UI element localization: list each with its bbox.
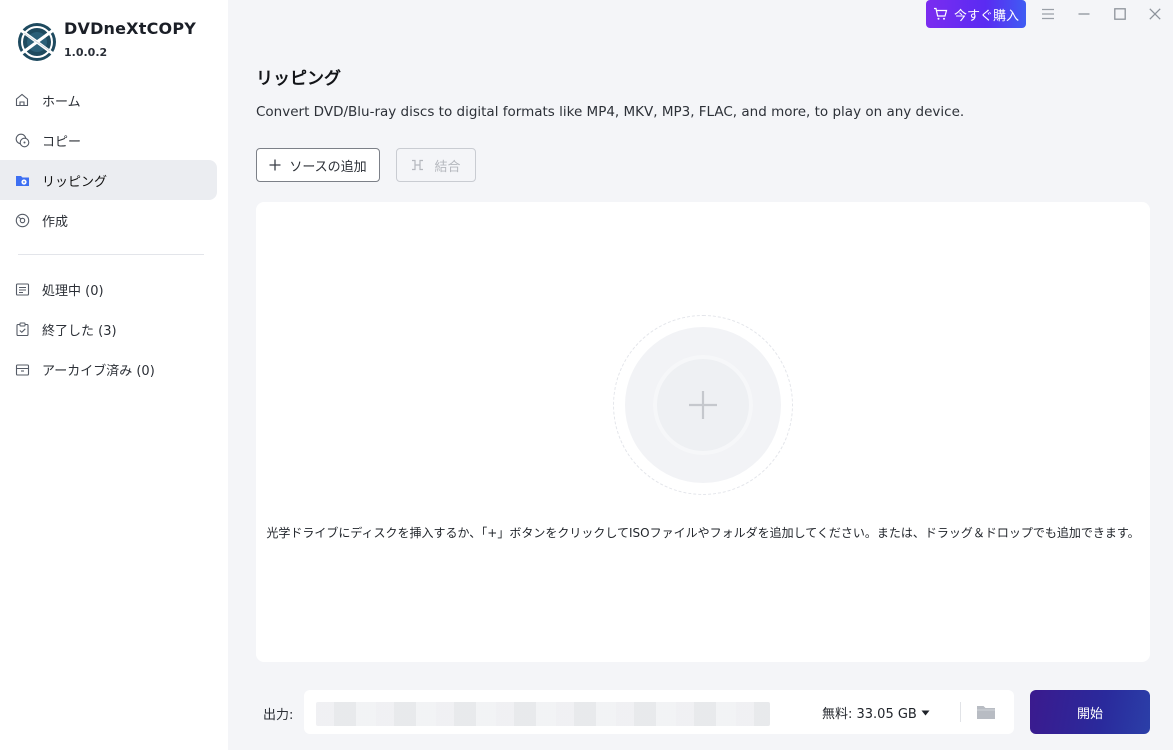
sidebar-divider (18, 254, 204, 255)
create-icon (14, 212, 30, 228)
app-logo-icon (18, 23, 56, 61)
app-name: DVDneXtCOPY (64, 19, 197, 38)
page-title: リッピング (256, 69, 341, 89)
sidebar-item-finished[interactable]: 終了した (3) (0, 309, 217, 349)
sidebar-item-label: 処理中 (0) (42, 283, 104, 299)
merge-icon (412, 159, 424, 171)
drop-hint-text: 光学ドライブにディスクを挿入するか、「+」ボタンをクリックしてISOファイルやフ… (266, 526, 1140, 540)
minimize-button[interactable] (1073, 4, 1095, 24)
title-bar (228, 0, 1173, 36)
plus-icon (269, 159, 281, 171)
sidebar-item-label: 終了した (3) (42, 323, 117, 339)
sidebar-item-label: アーカイブ済み (0) (42, 363, 155, 379)
sidebar-item-archive[interactable]: アーカイブ済み (0) (0, 349, 217, 389)
sidebar-item-create[interactable]: 作成 (0, 200, 217, 240)
output-label: 出力: (263, 708, 294, 723)
add-source-label: ソースの追加 (289, 159, 367, 175)
sidebar-nav: ホーム コピー リッピング 作成 処理中 (0) 終了した (3) アーカイブ済… (0, 80, 228, 389)
merge-label: 結合 (434, 159, 461, 175)
menu-button[interactable] (1037, 4, 1059, 24)
hamburger-menu-icon (1042, 8, 1054, 20)
archive-icon (14, 361, 30, 377)
folder-icon (977, 706, 995, 719)
buy-now-button[interactable]: 今すぐ購入 (926, 0, 1026, 28)
minimize-icon (1078, 13, 1090, 15)
plus-icon (689, 391, 717, 419)
sidebar-item-label: ホーム (42, 94, 81, 110)
brand: DVDneXtCOPY 1.0.0.2 (16, 18, 196, 63)
finished-icon (14, 321, 30, 337)
processing-icon (14, 281, 30, 297)
sidebar-item-ripping[interactable]: リッピング (0, 160, 217, 200)
close-icon (1149, 8, 1161, 20)
sidebar-item-label: リッピング (42, 174, 108, 190)
browse-folder-button[interactable] (974, 701, 998, 723)
free-space-label: 無料: 33.05 GB (822, 707, 917, 722)
maximize-icon (1114, 8, 1126, 20)
sidebar-item-copy[interactable]: コピー (0, 120, 217, 160)
sidebar: DVDneXtCOPY 1.0.0.2 ホーム コピー リッピング 作成 処理中… (0, 0, 228, 750)
home-icon (14, 92, 30, 108)
output-separator (960, 702, 961, 722)
output-path-redacted (316, 702, 770, 726)
merge-button[interactable]: 結合 (396, 148, 476, 182)
page-description: Convert DVD/Blu-ray discs to digital for… (256, 104, 965, 120)
add-source-button[interactable]: ソースの追加 (256, 148, 380, 182)
close-button[interactable] (1144, 4, 1166, 24)
add-file-button[interactable] (653, 355, 753, 455)
caret-down-icon (921, 710, 930, 715)
maximize-button[interactable] (1109, 4, 1131, 24)
output-path-field[interactable]: 無料: 33.05 GB (304, 690, 1014, 734)
copy-icon (14, 132, 30, 148)
ripping-icon (14, 172, 30, 188)
start-label: 開始 (1076, 706, 1103, 722)
cart-icon (933, 7, 948, 20)
start-button[interactable]: 開始 (1030, 690, 1150, 734)
free-space-dropdown[interactable]: 無料: 33.05 GB (822, 703, 930, 722)
sidebar-item-label: コピー (42, 134, 82, 150)
buy-now-label: 今すぐ購入 (953, 8, 1019, 24)
sidebar-item-home[interactable]: ホーム (0, 80, 217, 120)
sidebar-item-processing[interactable]: 処理中 (0) (0, 269, 217, 309)
app-version: 1.0.0.2 (64, 46, 108, 59)
sidebar-item-label: 作成 (42, 214, 69, 230)
drop-zone[interactable]: 光学ドライブにディスクを挿入するか、「+」ボタンをクリックしてISOファイルやフ… (256, 202, 1150, 662)
